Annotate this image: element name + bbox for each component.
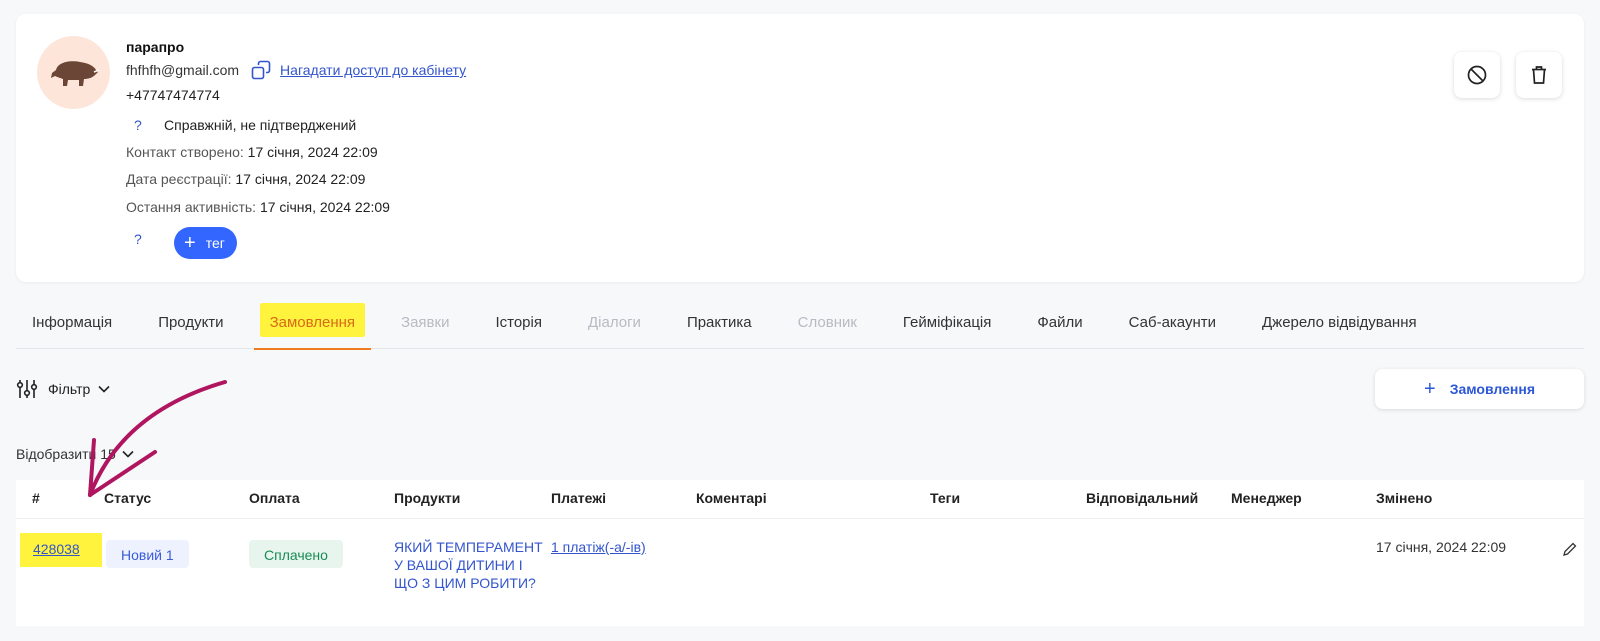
tab-label: Діалоги bbox=[587, 314, 641, 331]
plus-icon: + bbox=[1424, 377, 1436, 400]
page-size-label: Відобразити 15 bbox=[16, 446, 116, 462]
contact-status: Справжній, не підтверджений bbox=[164, 117, 357, 133]
contact-name: парапро bbox=[126, 39, 185, 55]
column-header: Теги bbox=[930, 490, 961, 506]
tag-help-icon[interactable]: ? bbox=[126, 231, 164, 247]
tab-visit-source[interactable]: Джерело відвідування bbox=[1246, 297, 1433, 349]
tab-files[interactable]: Файли bbox=[1021, 297, 1098, 349]
tab-requests: Заявки bbox=[385, 297, 465, 349]
tab-label: Джерело відвідування bbox=[1262, 314, 1417, 331]
plus-icon: + bbox=[184, 232, 196, 254]
registered-row: Дата реєстрації: 17 січня, 2024 22:09 bbox=[126, 171, 365, 187]
copy-icon[interactable] bbox=[251, 60, 271, 80]
status-row: ? Справжній, не підтверджений bbox=[126, 117, 356, 133]
column-header: Оплата bbox=[249, 490, 300, 506]
tab-label: Історія bbox=[495, 314, 542, 331]
remind-access-link[interactable]: Нагадати доступ до кабінету bbox=[280, 62, 466, 78]
chevron-down-icon bbox=[98, 385, 110, 393]
tab-label: Продукти bbox=[158, 314, 224, 331]
created-label: Контакт створено: bbox=[126, 144, 244, 160]
registered-label: Дата реєстрації: bbox=[126, 171, 232, 187]
column-header: Змінено bbox=[1376, 490, 1433, 506]
tab-orders[interactable]: Замовлення bbox=[253, 297, 372, 350]
block-icon bbox=[1467, 65, 1487, 85]
add-tag-label: тег bbox=[205, 235, 225, 251]
add-order-label: Замовлення bbox=[1449, 381, 1535, 397]
status-badge: Новий 1 bbox=[106, 540, 189, 568]
email-row: fhfhfh@gmail.com Нагадати доступ до кабі… bbox=[126, 60, 466, 80]
header-divider bbox=[16, 518, 1584, 519]
tab-dialogs: Діалоги bbox=[572, 297, 657, 349]
column-header: Менеджер bbox=[1231, 490, 1302, 506]
tab-label: Гейміфікація bbox=[902, 314, 992, 331]
delete-button[interactable] bbox=[1516, 52, 1562, 98]
column-header: # bbox=[32, 490, 40, 506]
tab-gamification[interactable]: Гейміфікація bbox=[887, 297, 1007, 349]
registered-value: 17 січня, 2024 22:09 bbox=[235, 171, 366, 187]
tab-products[interactable]: Продукти bbox=[142, 297, 239, 349]
tab-subaccounts[interactable]: Саб-акаунти bbox=[1113, 297, 1232, 349]
product-link[interactable]: ЯКИЙ ТЕМПЕРАМЕНТ У ВАШОЇ ДИТИНИ І ЩО З Ц… bbox=[394, 538, 544, 592]
block-button[interactable] bbox=[1454, 52, 1500, 98]
tab-dictionary: Словник bbox=[782, 297, 873, 349]
tag-row: ? + тег bbox=[126, 227, 237, 259]
column-header: Відповідальний bbox=[1086, 490, 1199, 506]
order-id-link[interactable]: 428038 bbox=[20, 533, 102, 567]
created-row: Контакт створено: 17 січня, 2024 22:09 bbox=[126, 144, 378, 160]
trash-icon bbox=[1532, 66, 1546, 84]
tab-bar: Інформація Продукти Замовлення Заявки Іс… bbox=[16, 297, 1584, 350]
tab-label: Заявки bbox=[401, 314, 450, 331]
contact-phone: +47747474774 bbox=[126, 87, 220, 103]
sliders-icon bbox=[16, 380, 38, 398]
pencil-icon bbox=[1563, 542, 1577, 556]
column-header: Продукти bbox=[394, 490, 461, 506]
tab-label: Інформація bbox=[32, 314, 113, 331]
add-order-button[interactable]: + Замовлення bbox=[1375, 369, 1584, 409]
chevron-down-icon bbox=[122, 450, 134, 458]
orders-table: # Статус Оплата Продукти Платежі Комента… bbox=[16, 480, 1584, 626]
filter-button[interactable]: Фільтр bbox=[16, 378, 110, 400]
last-activity-value: 17 січня, 2024 22:09 bbox=[259, 199, 390, 215]
last-activity-row: Остання активність: 17 січня, 2024 22:09 bbox=[126, 199, 390, 215]
payments-link[interactable]: 1 платіж(-а/-ів) bbox=[551, 539, 646, 555]
column-header: Статус bbox=[104, 490, 152, 506]
tab-label: Файли bbox=[1037, 314, 1083, 331]
tab-information[interactable]: Інформація bbox=[16, 297, 128, 349]
avatar bbox=[37, 36, 110, 109]
status-help-icon[interactable]: ? bbox=[126, 117, 164, 133]
created-value: 17 січня, 2024 22:09 bbox=[247, 144, 378, 160]
boar-icon bbox=[50, 60, 99, 86]
tab-history[interactable]: Історія bbox=[479, 297, 558, 349]
edit-button[interactable] bbox=[1562, 541, 1578, 560]
payment-badge: Сплачено bbox=[249, 540, 343, 568]
tab-label: Саб-акаунти bbox=[1128, 314, 1217, 331]
contact-card: парапро fhfhfh@gmail.com Нагадати доступ… bbox=[16, 14, 1584, 282]
contact-email: fhfhfh@gmail.com bbox=[126, 62, 240, 78]
column-header: Коментарі bbox=[696, 490, 767, 506]
tab-label: Словник bbox=[797, 314, 857, 331]
tab-label: Практика bbox=[686, 314, 752, 331]
column-header: Платежі bbox=[551, 490, 607, 506]
tab-label: Замовлення bbox=[269, 314, 356, 331]
last-activity-label: Остання активність: bbox=[126, 199, 257, 215]
changed-date: 17 січня, 2024 22:09 bbox=[1376, 539, 1507, 555]
tab-practice[interactable]: Практика bbox=[671, 297, 768, 349]
filter-label: Фільтр bbox=[48, 381, 91, 397]
page-size-select[interactable]: Відобразити 15 bbox=[16, 446, 134, 462]
add-tag-button[interactable]: + тег bbox=[174, 227, 237, 259]
